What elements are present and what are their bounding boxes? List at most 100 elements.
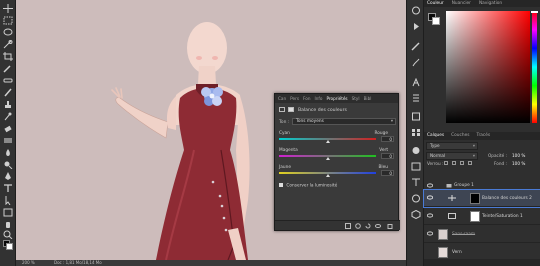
layer-mask-thumbnail[interactable]	[470, 211, 480, 222]
cube-icon[interactable]	[411, 209, 421, 220]
lasso-icon[interactable]	[3, 28, 13, 37]
properties-panel: Can Pers Fon Info Propriétés Styl Bibl B…	[274, 93, 400, 231]
tab-fon[interactable]: Fon	[303, 94, 310, 103]
fill-value[interactable]: 100 %	[512, 160, 525, 168]
lock-buttons	[444, 161, 472, 165]
saturation-value-field[interactable]	[446, 11, 530, 123]
lock-position-icon[interactable]	[460, 161, 464, 165]
tab-navigation[interactable]: Navigation	[479, 0, 502, 7]
clip-to-layer-icon[interactable]	[345, 223, 351, 229]
slider-handle[interactable]	[326, 140, 330, 143]
layer-filter-select[interactable]: Type ▾	[426, 142, 478, 150]
hue-slider[interactable]	[532, 11, 537, 123]
brushes-icon[interactable]	[411, 58, 421, 67]
hue-slider-handle[interactable]	[531, 11, 538, 13]
visibility-icon[interactable]	[375, 223, 381, 229]
tab-traces[interactable]: Tracés	[477, 132, 491, 140]
visibility-eye-icon[interactable]	[427, 231, 433, 236]
history-brush-icon[interactable]	[3, 112, 13, 121]
adjustments-icon[interactable]	[411, 146, 421, 155]
fill-label: Fond :	[494, 161, 507, 166]
layer-row[interactable]: Sans-raam	[424, 226, 540, 243]
tab-couches[interactable]: Couches	[451, 132, 469, 140]
text-panel-icon[interactable]	[411, 178, 421, 187]
cyan-red-slider[interactable]: Cyan Rouge 0	[279, 131, 396, 145]
tab-bibl[interactable]: Bibl	[364, 94, 372, 103]
tone-label: Ton :	[279, 120, 290, 125]
layer-thumbnail[interactable]	[438, 247, 448, 258]
visibility-eye-icon[interactable]	[427, 213, 433, 218]
reset-icon[interactable]	[365, 223, 371, 229]
chevron-down-icon: ▾	[472, 153, 475, 158]
preserve-luminosity-label: Conserver la luminosité	[286, 183, 338, 189]
yellow-blue-slider[interactable]: Jaune Bleu 0	[279, 165, 396, 179]
background-color-swatch[interactable]	[432, 17, 440, 25]
move-icon[interactable]	[3, 4, 13, 13]
hand-icon[interactable]	[3, 220, 13, 229]
color-balance-icon	[448, 195, 456, 201]
slider-value[interactable]: 0	[381, 153, 394, 159]
layer-row[interactable]: Teinte/Saturation 1	[424, 208, 540, 225]
checkbox-checked-icon[interactable]	[279, 183, 283, 187]
shape-icon[interactable]	[3, 208, 13, 217]
crop-icon[interactable]	[3, 52, 13, 61]
tab-properties[interactable]: Propriétés	[326, 94, 347, 103]
lock-all-icon[interactable]	[468, 161, 472, 165]
visibility-eye-icon[interactable]	[427, 183, 433, 188]
opacity-value[interactable]: 100 %	[512, 152, 525, 160]
layer-row-selected[interactable]: Balance des couleurs 2	[423, 189, 540, 208]
history-icon[interactable]	[411, 6, 421, 15]
document-size: Doc : 1,81 Mo/18,14 Mo	[54, 260, 102, 265]
dodge-icon[interactable]	[3, 160, 13, 170]
slider-handle[interactable]	[326, 174, 330, 177]
tab-pers[interactable]: Pers	[290, 94, 299, 103]
type-icon[interactable]	[3, 184, 13, 193]
layer-mask-thumbnail[interactable]	[470, 193, 480, 204]
tab-info[interactable]: Info	[315, 94, 323, 103]
background-color-swatch[interactable]	[6, 243, 13, 250]
quick-select-icon[interactable]	[3, 40, 13, 49]
tab-styl[interactable]: Styl	[352, 94, 360, 103]
layer-thumbnail[interactable]	[438, 229, 448, 240]
character-icon[interactable]	[411, 77, 421, 87]
properties-header: Balance des couleurs	[279, 107, 395, 114]
swatches-grid-icon[interactable]	[411, 128, 421, 137]
zoom-icon[interactable]	[3, 230, 13, 240]
marquee-icon[interactable]	[3, 16, 13, 25]
tab-calques[interactable]: Calques	[427, 132, 444, 140]
tab-couleur[interactable]: Couleur	[427, 0, 444, 7]
info-icon[interactable]	[411, 194, 421, 203]
blur-icon[interactable]	[3, 148, 13, 157]
tab-can[interactable]: Can	[278, 94, 286, 103]
magenta-green-slider[interactable]: Magenta Vert 0	[279, 148, 396, 162]
pen-icon[interactable]	[3, 172, 13, 181]
slider-value[interactable]: 0	[381, 170, 394, 176]
lock-pixels-icon[interactable]	[452, 161, 456, 165]
stamp-icon[interactable]	[3, 100, 13, 109]
healing-icon[interactable]	[3, 76, 13, 85]
eraser-icon[interactable]	[3, 124, 13, 133]
brush-settings-icon[interactable]	[411, 42, 421, 51]
actions-icon[interactable]	[411, 22, 421, 31]
properties-title: Balance des couleurs	[297, 108, 347, 113]
path-select-icon[interactable]	[3, 196, 13, 206]
gradient-icon[interactable]	[3, 136, 13, 145]
glyphs-icon[interactable]	[411, 112, 421, 121]
tab-nuancier[interactable]: Nuancier	[452, 0, 471, 7]
layer-group-row[interactable]: Groupe 1	[424, 181, 540, 190]
slider-handle[interactable]	[326, 157, 330, 160]
view-previous-icon[interactable]	[355, 223, 361, 229]
visibility-eye-icon[interactable]	[427, 195, 433, 200]
eyedropper-icon[interactable]	[3, 64, 13, 73]
blend-mode-select[interactable]: Normal ▾	[426, 152, 478, 160]
lock-transparency-icon[interactable]	[444, 161, 448, 165]
folder-icon	[446, 184, 452, 188]
preserve-luminosity-checkbox[interactable]: Conserver la luminosité	[279, 183, 337, 189]
slider-value[interactable]: 0	[381, 136, 394, 142]
tone-select[interactable]: Tons moyens ▾	[292, 118, 396, 125]
brush-icon[interactable]	[3, 88, 13, 97]
trash-icon[interactable]	[387, 223, 393, 229]
paragraph-icon[interactable]	[411, 94, 421, 103]
mask-icon[interactable]	[288, 107, 295, 112]
styles-icon[interactable]	[411, 162, 421, 171]
